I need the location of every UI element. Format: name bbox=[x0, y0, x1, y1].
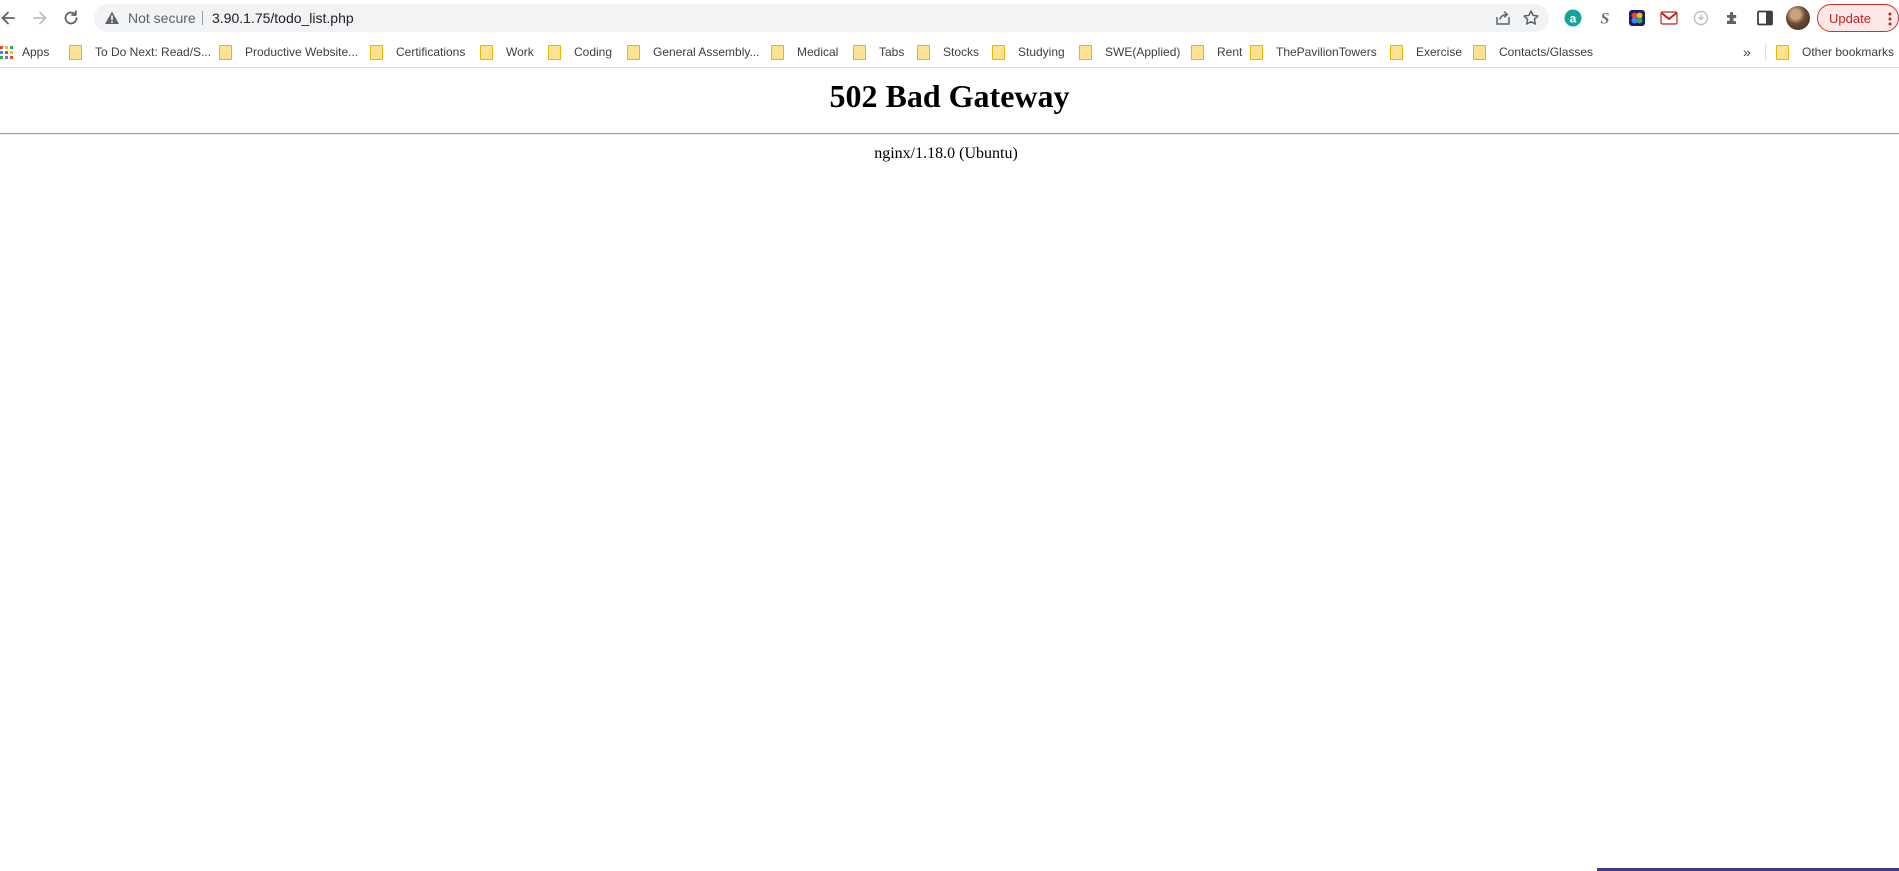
folder-icon bbox=[1079, 44, 1092, 60]
bookmark-folder[interactable]: Exercise bbox=[1390, 42, 1462, 62]
back-button[interactable] bbox=[0, 4, 22, 32]
bookmark-label: Studying bbox=[1018, 45, 1065, 59]
bookmark-label: Apps bbox=[22, 45, 50, 59]
puzzle-icon[interactable] bbox=[1723, 8, 1743, 28]
folder-icon bbox=[992, 44, 1005, 60]
back-arrow-icon bbox=[1, 11, 15, 25]
bookmark-label: Certifications bbox=[396, 45, 466, 59]
reload-button[interactable] bbox=[57, 4, 85, 32]
bookmark-label: To Do Next: Read/S... bbox=[95, 45, 212, 59]
folder-icon bbox=[771, 44, 784, 60]
bookmark-folder[interactable]: Stocks bbox=[917, 42, 979, 62]
folder-icon bbox=[627, 44, 640, 60]
bookmark-label: Productive Website... bbox=[245, 45, 359, 59]
circle-extension-icon[interactable] bbox=[1691, 8, 1711, 28]
bookmark-other-bookmarks[interactable]: Other bookmarks bbox=[1776, 42, 1894, 62]
bookmark-label: General Assembly... bbox=[653, 45, 760, 59]
amazon-assistant-icon[interactable]: a bbox=[1563, 8, 1583, 28]
bookmarks-divider bbox=[1765, 44, 1766, 60]
bookmark-label: Coding bbox=[574, 45, 613, 59]
bookmark-label: Tabs bbox=[879, 45, 905, 59]
bookmark-label: Rent bbox=[1217, 45, 1243, 59]
browser-toolbar: Not secure 3.90.1.75/todo_list.php a S U… bbox=[0, 0, 1899, 36]
profile-avatar[interactable] bbox=[1786, 6, 1810, 30]
folder-icon bbox=[548, 44, 561, 60]
bookmark-label: Contacts/Glasses bbox=[1499, 45, 1594, 59]
forward-arrow-icon bbox=[33, 11, 47, 25]
bookmark-folder[interactable]: Work bbox=[480, 42, 534, 62]
side-panel-icon[interactable] bbox=[1755, 8, 1775, 28]
bookmark-label: Medical bbox=[797, 45, 839, 59]
bookmarks-bar: Apps To Do Next: Read/S... Productive We… bbox=[0, 36, 1899, 68]
address-divider bbox=[202, 11, 203, 25]
bookmark-label: Exercise bbox=[1416, 45, 1463, 59]
gmail-icon[interactable] bbox=[1659, 8, 1679, 28]
folder-icon bbox=[1473, 44, 1486, 60]
page-title: 502 Bad Gateway bbox=[829, 78, 1070, 114]
bookmark-label: ThePavilionTowers bbox=[1276, 45, 1377, 59]
s-extension-icon[interactable]: S bbox=[1595, 8, 1615, 28]
more-vert-icon bbox=[1888, 12, 1892, 26]
bookmark-folder[interactable]: Studying bbox=[992, 42, 1065, 62]
bookmark-folder[interactable]: General Assembly... bbox=[627, 42, 760, 62]
security-status[interactable]: Not secure bbox=[128, 10, 196, 26]
bookmark-label: Other bookmarks bbox=[1802, 45, 1895, 59]
bookmark-folder[interactable]: ThePavilionTowers bbox=[1250, 42, 1377, 62]
folder-icon bbox=[69, 44, 82, 60]
svg-text:S: S bbox=[1601, 11, 1610, 28]
bookmark-folder[interactable]: SWE(Applied) bbox=[1079, 42, 1180, 62]
folder-icon bbox=[853, 44, 866, 60]
bookmark-star-icon[interactable] bbox=[1522, 9, 1540, 27]
colorful-extension-icon[interactable] bbox=[1627, 8, 1647, 28]
url-text[interactable]: 3.90.1.75/todo_list.php bbox=[212, 10, 354, 26]
folder-icon bbox=[219, 44, 232, 60]
folder-icon bbox=[1250, 44, 1263, 60]
folder-icon bbox=[370, 44, 383, 60]
share-icon[interactable] bbox=[1494, 9, 1512, 27]
server-signature: nginx/1.18.0 (Ubuntu) bbox=[874, 145, 1018, 162]
bookmark-apps[interactable]: Apps bbox=[0, 42, 49, 62]
bookmark-folder[interactable]: Coding bbox=[548, 42, 612, 62]
warning-icon[interactable] bbox=[104, 10, 120, 26]
bookmark-folder[interactable]: Certifications bbox=[370, 42, 465, 62]
page-content: 502 Bad Gateway nginx/1.18.0 (Ubuntu) bbox=[0, 68, 1899, 871]
update-label: Update bbox=[1829, 10, 1871, 26]
bookmark-folder[interactable]: Rent bbox=[1191, 42, 1242, 62]
update-button[interactable]: Update bbox=[1817, 4, 1899, 32]
reload-icon bbox=[64, 10, 78, 25]
folder-icon bbox=[917, 44, 930, 60]
bookmark-folder[interactable]: To Do Next: Read/S... bbox=[69, 42, 211, 62]
address-bar[interactable]: Not secure 3.90.1.75/todo_list.php bbox=[94, 4, 1549, 32]
forward-button[interactable] bbox=[26, 4, 54, 32]
svg-text:a: a bbox=[1570, 12, 1577, 26]
bookmark-folder[interactable]: Contacts/Glasses bbox=[1473, 42, 1593, 62]
bookmark-folder[interactable]: Medical bbox=[771, 42, 838, 62]
bookmark-folder[interactable]: Productive Website... bbox=[219, 42, 358, 62]
bookmark-label: Stocks bbox=[943, 45, 980, 59]
overflow-chevron-icon: » bbox=[1743, 44, 1751, 60]
folder-icon bbox=[480, 44, 493, 60]
folder-icon bbox=[1191, 44, 1204, 60]
apps-grid-icon bbox=[0, 45, 13, 59]
folder-icon bbox=[1390, 44, 1403, 60]
folder-icon bbox=[1776, 44, 1789, 60]
bookmarks-overflow-button[interactable]: » bbox=[1743, 42, 1751, 62]
bookmark-label: Work bbox=[506, 45, 534, 59]
bookmark-folder[interactable]: Tabs bbox=[853, 42, 904, 62]
horizontal-rule bbox=[0, 133, 1899, 135]
bookmark-label: SWE(Applied) bbox=[1105, 45, 1181, 59]
